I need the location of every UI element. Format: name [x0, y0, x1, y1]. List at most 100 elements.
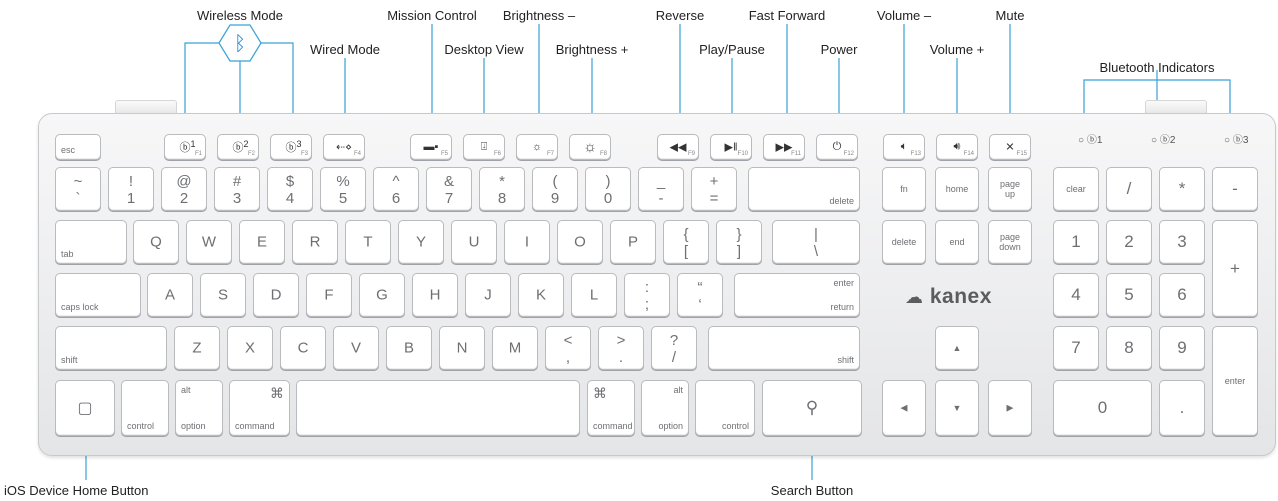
key-m[interactable]: M: [492, 326, 538, 370]
key-t[interactable]: T: [345, 220, 391, 264]
numpad-2-key[interactable]: 2: [1106, 220, 1152, 264]
key-7[interactable]: & 7: [426, 167, 472, 211]
key-r[interactable]: R: [292, 220, 338, 264]
numpad-plus-key[interactable]: +: [1212, 220, 1258, 317]
key-period[interactable]: >.: [598, 326, 644, 370]
f10-key[interactable]: ▶‖ F10: [710, 134, 752, 160]
arrow-down-key[interactable]: ▼: [935, 380, 979, 436]
key-p[interactable]: P: [610, 220, 656, 264]
key-slash[interactable]: ? /: [651, 326, 697, 370]
key-n[interactable]: N: [439, 326, 485, 370]
f5-key[interactable]: ▬▪ F5: [410, 134, 452, 160]
f7-key[interactable]: ☼ F7: [516, 134, 558, 160]
key-8[interactable]: * 8: [479, 167, 525, 211]
return-key[interactable]: enter return: [734, 273, 860, 317]
left-control-key[interactable]: control: [121, 380, 169, 436]
tab-key[interactable]: tab: [55, 220, 127, 264]
key-f[interactable]: F: [306, 273, 352, 317]
key-z[interactable]: Z: [174, 326, 220, 370]
search-button[interactable]: ⚲: [762, 380, 862, 436]
key-0[interactable]: ) 0: [585, 167, 631, 211]
arrow-left-key[interactable]: ◀: [882, 380, 926, 436]
key-j[interactable]: J: [465, 273, 511, 317]
arrow-right-key[interactable]: ▶: [988, 380, 1032, 436]
key-semicolon[interactable]: :;: [624, 273, 670, 317]
key-4[interactable]: $4: [267, 167, 313, 211]
f6-key[interactable]: ⍗ F6: [463, 134, 505, 160]
numpad-enter-key[interactable]: enter: [1212, 326, 1258, 436]
key-5[interactable]: % 5: [320, 167, 366, 211]
f12-key[interactable]: ⏻ F12: [816, 134, 858, 160]
numpad-7-key[interactable]: 7: [1053, 326, 1099, 370]
numpad-6-key[interactable]: 6: [1159, 273, 1205, 317]
numpad-3-key[interactable]: 3: [1159, 220, 1205, 264]
f3-key[interactable]: ⓑ 3 F3: [270, 134, 312, 160]
numpad-divide-key[interactable]: /: [1106, 167, 1152, 211]
key-s[interactable]: S: [200, 273, 246, 317]
numpad-5-key[interactable]: 5: [1106, 273, 1152, 317]
arrow-up-key[interactable]: ▲: [935, 326, 979, 370]
f13-key[interactable]: 🔈︎ F13: [883, 134, 925, 160]
right-option-key[interactable]: alt option: [641, 380, 689, 436]
key-k[interactable]: K: [518, 273, 564, 317]
left-shift-key[interactable]: shift: [55, 326, 167, 370]
key-y[interactable]: Y: [398, 220, 444, 264]
key-quote[interactable]: “‘: [677, 273, 723, 317]
numpad-0-key[interactable]: 0: [1053, 380, 1152, 436]
key-o[interactable]: O: [557, 220, 603, 264]
numpad-4-key[interactable]: 4: [1053, 273, 1099, 317]
f8-key[interactable]: ☼ F8: [569, 134, 611, 160]
key-d[interactable]: D: [253, 273, 299, 317]
page-down-key[interactable]: page down: [988, 220, 1032, 264]
key-right-bracket[interactable]: }]: [716, 220, 762, 264]
key-l[interactable]: L: [571, 273, 617, 317]
numpad-8-key[interactable]: 8: [1106, 326, 1152, 370]
f9-key[interactable]: ◀◀ F9: [657, 134, 699, 160]
key-3[interactable]: #3: [214, 167, 260, 211]
key-equals[interactable]: + =: [691, 167, 737, 211]
key-q[interactable]: Q: [133, 220, 179, 264]
spacebar[interactable]: [296, 380, 580, 436]
f15-key[interactable]: ✕ F15: [989, 134, 1031, 160]
fn-key[interactable]: fn: [882, 167, 926, 211]
numpad-clear-key[interactable]: clear: [1053, 167, 1099, 211]
key-h[interactable]: H: [412, 273, 458, 317]
esc-key[interactable]: esc: [55, 134, 101, 160]
numpad-1-key[interactable]: 1: [1053, 220, 1099, 264]
ios-home-button[interactable]: ▢: [55, 380, 115, 436]
key-b[interactable]: B: [386, 326, 432, 370]
key-w[interactable]: W: [186, 220, 232, 264]
key-g[interactable]: G: [359, 273, 405, 317]
key-u[interactable]: U: [451, 220, 497, 264]
numpad-decimal-key[interactable]: .: [1159, 380, 1205, 436]
key-6[interactable]: ^ 6: [373, 167, 419, 211]
forward-delete-key[interactable]: delete: [882, 220, 926, 264]
key-backtick[interactable]: ~ `: [55, 167, 101, 211]
key-backslash[interactable]: | \: [772, 220, 860, 264]
key-x[interactable]: X: [227, 326, 273, 370]
key-left-bracket[interactable]: {[: [663, 220, 709, 264]
left-command-key[interactable]: ⌘ command: [229, 380, 290, 436]
key-comma[interactable]: <,: [545, 326, 591, 370]
f11-key[interactable]: ▶▶ F11: [763, 134, 805, 160]
end-key[interactable]: end: [935, 220, 979, 264]
key-v[interactable]: V: [333, 326, 379, 370]
key-1[interactable]: ! 1: [108, 167, 154, 211]
page-up-key[interactable]: page up: [988, 167, 1032, 211]
caps-lock-key[interactable]: caps lock: [55, 273, 141, 317]
right-command-key[interactable]: ⌘ command: [587, 380, 635, 436]
f1-key[interactable]: ⓑ 1 F1: [164, 134, 206, 160]
left-option-key[interactable]: alt option: [175, 380, 223, 436]
home-key[interactable]: home: [935, 167, 979, 211]
key-i[interactable]: I: [504, 220, 550, 264]
numpad-multiply-key[interactable]: *: [1159, 167, 1205, 211]
key-e[interactable]: E: [239, 220, 285, 264]
right-shift-key[interactable]: shift: [708, 326, 860, 370]
key-a[interactable]: A: [147, 273, 193, 317]
key-2[interactable]: @2: [161, 167, 207, 211]
f2-key[interactable]: ⓑ 2 F2: [217, 134, 259, 160]
key-minus[interactable]: _ -: [638, 167, 684, 211]
numpad-minus-key[interactable]: -: [1212, 167, 1258, 211]
key-9[interactable]: (9: [532, 167, 578, 211]
f14-key[interactable]: 🔊︎ F14: [936, 134, 978, 160]
